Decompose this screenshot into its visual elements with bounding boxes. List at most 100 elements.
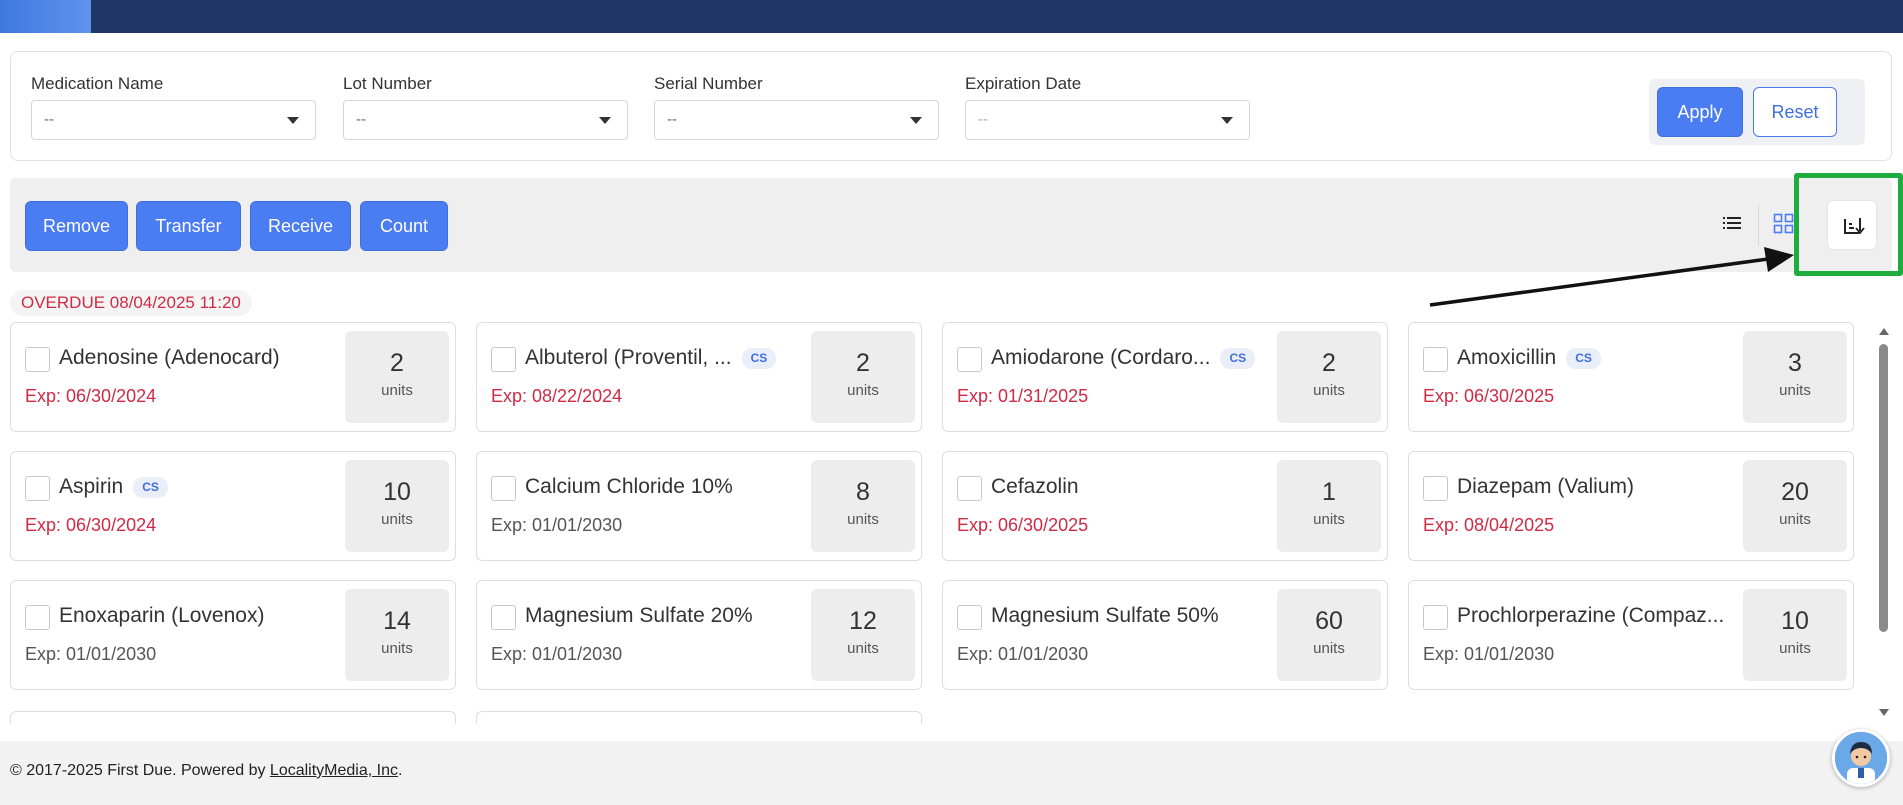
expiration-date-value: -- <box>978 111 988 128</box>
card-checkbox[interactable] <box>957 605 982 630</box>
medication-card[interactable]: Adenosine (Adenocard) Exp: 06/30/2024 2 uni… <box>10 322 456 432</box>
expiration-text: Exp: 06/30/2024 <box>25 515 157 535</box>
serial-number-label: Serial Number <box>654 74 763 93</box>
quantity-units: units <box>1779 640 1811 657</box>
quantity-units: units <box>381 640 413 657</box>
medication-card[interactable]: Amiodarone (Cordaro... CS Exp: 01/31/2025 2… <box>942 322 1388 432</box>
card-checkbox[interactable] <box>491 476 516 501</box>
card-checkbox[interactable] <box>491 347 516 372</box>
quantity-units: units <box>847 382 879 399</box>
medication-card[interactable]: Diazepam (Valium) Exp: 08/04/2025 20 units <box>1408 451 1854 561</box>
medication-name: Amoxicillin CS <box>1457 346 1601 370</box>
medication-name-text: Enoxaparin (Lovenox) <box>59 604 265 627</box>
cs-badge: CS <box>1566 347 1601 369</box>
quantity-units: units <box>1779 511 1811 528</box>
quantity-units: units <box>1313 382 1345 399</box>
medication-card-partial[interactable] <box>476 711 922 724</box>
expiration-text: Exp: 01/01/2030 <box>25 644 157 664</box>
transfer-button[interactable]: Transfer <box>136 201 241 251</box>
reset-button[interactable]: Reset <box>1753 87 1837 137</box>
grid-view-icon[interactable] <box>1773 213 1795 235</box>
card-checkbox[interactable] <box>25 605 50 630</box>
card-checkbox[interactable] <box>25 347 50 372</box>
medication-name-select[interactable]: -- <box>31 100 316 140</box>
serial-number-select[interactable]: -- <box>654 100 939 140</box>
card-checkbox[interactable] <box>957 347 982 372</box>
quantity-box: 2 units <box>1277 331 1381 423</box>
quantity-value: 14 <box>383 607 411 635</box>
quantity-value: 20 <box>1781 478 1809 506</box>
expiration-text: Exp: 06/30/2024 <box>25 386 157 406</box>
quantity-box: 2 units <box>345 331 449 423</box>
app-logo-area[interactable] <box>0 0 91 33</box>
card-grid-scrollbar[interactable] <box>1877 326 1891 718</box>
remove-button[interactable]: Remove <box>25 201 128 251</box>
scroll-down-icon[interactable] <box>1879 709 1889 716</box>
card-checkbox[interactable] <box>491 605 516 630</box>
expiration-text: Exp: 06/30/2025 <box>957 515 1089 535</box>
quantity-units: units <box>847 640 879 657</box>
medication-card[interactable]: Magnesium Sulfate 50% Exp: 01/01/2030 60 un… <box>942 580 1388 690</box>
expiration-text: Exp: 06/30/2025 <box>1423 386 1555 406</box>
assistant-avatar[interactable] <box>1832 729 1890 787</box>
medication-card[interactable]: Aspirin CS Exp: 06/30/2024 10 units <box>10 451 456 561</box>
expiration-text: Exp: 01/31/2025 <box>957 386 1089 406</box>
list-view-icon[interactable] <box>1720 211 1744 235</box>
quantity-box: 12 units <box>811 589 915 681</box>
card-checkbox[interactable] <box>1423 347 1448 372</box>
medication-name: Aspirin CS <box>59 475 168 499</box>
medication-card[interactable]: Amoxicillin CS Exp: 06/30/2025 3 units <box>1408 322 1854 432</box>
quantity-value: 10 <box>1781 607 1809 635</box>
medication-name-text: Prochlorperazine (Compaz... <box>1457 604 1725 627</box>
count-button[interactable]: Count <box>360 201 448 251</box>
cs-badge: CS <box>1220 347 1256 369</box>
lot-number-select[interactable]: -- <box>343 100 628 140</box>
medication-name-text: Amiodarone (Cordaro... <box>991 346 1211 369</box>
medication-name-value: -- <box>44 111 54 128</box>
expiration-date-filter: Expiration Date -- <box>965 73 1250 140</box>
serial-number-value: -- <box>667 111 677 128</box>
expiration-text: Exp: 01/01/2030 <box>957 644 1089 664</box>
medication-card[interactable]: Enoxaparin (Lovenox) Exp: 01/01/2030 14 uni… <box>10 580 456 690</box>
card-checkbox[interactable] <box>1423 605 1448 630</box>
card-checkbox[interactable] <box>957 476 982 501</box>
receive-button[interactable]: Receive <box>250 201 351 251</box>
card-checkbox[interactable] <box>1423 476 1448 501</box>
medication-name-text: Adenosine (Adenocard) <box>59 346 280 369</box>
medication-card-partial[interactable] <box>10 711 456 724</box>
lot-number-label: Lot Number <box>343 74 432 93</box>
medication-card[interactable]: Prochlorperazine (Compaz... Exp: 01/01/20… <box>1408 580 1854 690</box>
medication-card[interactable]: Calcium Chloride 10% Exp: 01/01/2030 8 unit… <box>476 451 922 561</box>
quantity-units: units <box>1313 640 1345 657</box>
medication-card[interactable]: Cefazolin Exp: 06/30/2025 1 units <box>942 451 1388 561</box>
quantity-value: 12 <box>849 607 877 635</box>
avatar-icon <box>1835 732 1887 784</box>
lot-number-filter: Lot Number -- <box>343 73 628 140</box>
lot-number-value: -- <box>356 111 366 128</box>
expiration-text: Exp: 01/01/2030 <box>491 644 623 664</box>
footer-copyright: © 2017-2025 First Due. Powered by <box>10 762 270 779</box>
medication-card[interactable]: Albuterol (Proventil, ... CS Exp: 08/22/20… <box>476 322 922 432</box>
apply-button[interactable]: Apply <box>1657 87 1743 137</box>
view-divider <box>1758 204 1759 246</box>
expiration-date-label: Expiration Date <box>965 74 1082 93</box>
expiration-date-select[interactable]: -- <box>965 100 1250 140</box>
scroll-up-icon[interactable] <box>1879 328 1889 335</box>
expiration-text: Exp: 01/01/2030 <box>491 515 623 535</box>
quantity-box: 60 units <box>1277 589 1381 681</box>
quantity-units: units <box>1779 382 1811 399</box>
quantity-value: 2 <box>390 349 404 377</box>
footer-link[interactable]: LocalityMedia, Inc <box>270 762 398 779</box>
card-checkbox[interactable] <box>25 476 50 501</box>
cs-badge: CS <box>133 476 168 498</box>
medication-name-text: Cefazolin <box>991 475 1079 498</box>
scrollbar-thumb[interactable] <box>1879 344 1888 632</box>
medication-name-text: Magnesium Sulfate 20% <box>525 604 753 627</box>
medication-name-text: Calcium Chloride 10% <box>525 475 733 498</box>
medication-card[interactable]: Magnesium Sulfate 20% Exp: 01/01/2030 12 un… <box>476 580 922 690</box>
filter-panel: Medication Name -- Lot Number -- Serial … <box>10 51 1892 161</box>
chevron-down-icon <box>910 117 922 124</box>
chevron-down-icon <box>287 117 299 124</box>
quantity-value: 60 <box>1315 607 1343 635</box>
quantity-units: units <box>381 382 413 399</box>
